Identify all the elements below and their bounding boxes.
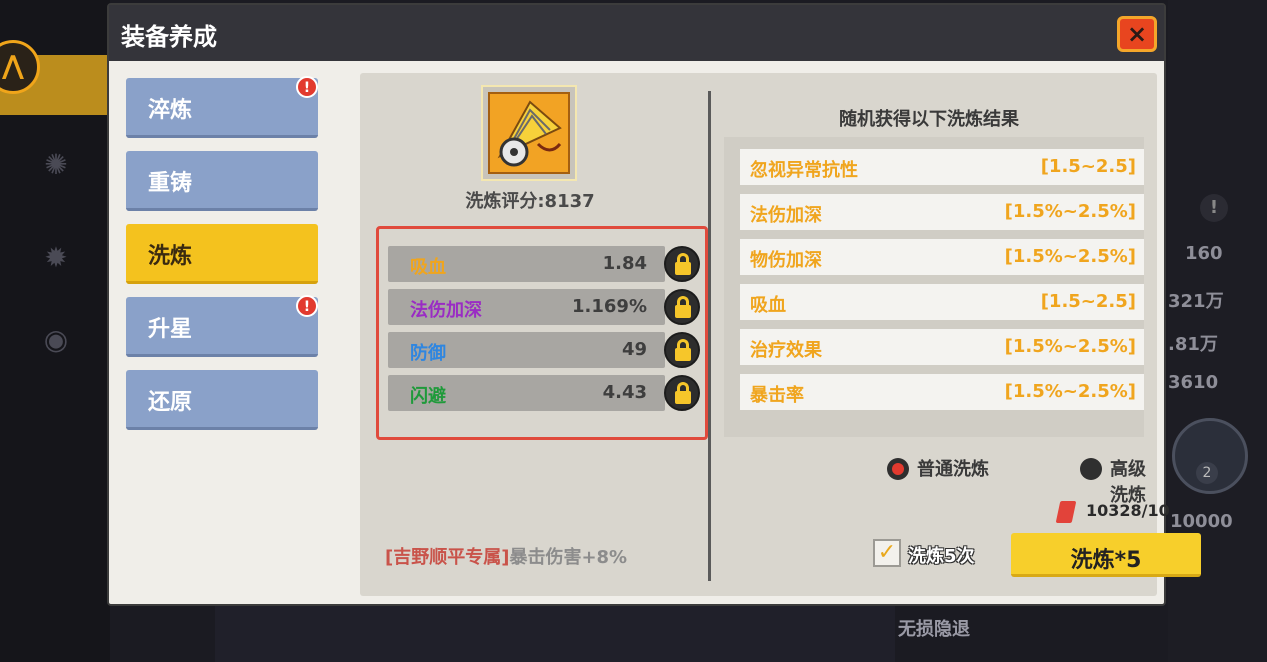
material-cost: 10328/10 — [1086, 501, 1170, 520]
normal-refine-label[interactable]: 普通洗炼 — [917, 455, 989, 481]
alert-icon: ! — [296, 295, 318, 317]
attribute-value: 49 — [621, 339, 647, 360]
lock-icon[interactable] — [664, 332, 700, 368]
attribute-name: 闪避 — [410, 386, 446, 407]
panel-divider — [708, 91, 711, 581]
attribute-name: 吸血 — [410, 257, 446, 278]
lock-icon[interactable] — [664, 375, 700, 411]
lock-icon[interactable] — [664, 246, 700, 282]
background-bottom-panel — [215, 606, 895, 662]
tab-temper[interactable]: 淬炼 ! — [126, 76, 318, 138]
exclusive-tag: [吉野顺平专属] — [385, 547, 510, 568]
attribute-name: 法伤加深 — [410, 300, 482, 321]
refine-score: 洗炼评分:8137 — [465, 191, 595, 212]
background-stat-value: .81万 — [1168, 334, 1218, 355]
tab-recast[interactable]: 重铸 — [126, 151, 318, 211]
result-range: [1.5~2.5] — [1040, 156, 1136, 177]
tab-star-up[interactable]: 升星 ! — [126, 295, 318, 357]
results-list: 忽视异常抗性 [1.5~2.5] 法伤加深 [1.5%~2.5%] 物伤加深 [… — [724, 137, 1144, 437]
results-title: 随机获得以下洗炼结果 — [839, 109, 1019, 130]
background-stat-value: 160 — [1185, 243, 1223, 264]
background-stat-value: 10000 — [1170, 511, 1233, 532]
background-nav-icon: ✺ — [44, 148, 68, 181]
advanced-refine-label[interactable]: 高级洗炼 — [1110, 455, 1157, 507]
result-range: [1.5%~2.5%] — [1004, 201, 1136, 222]
current-attributes: 吸血 1.84 法伤加深 1.169% 防御 49 闪避 4.43 — [376, 226, 708, 440]
attribute-value: 1.84 — [602, 253, 647, 274]
lock-icon[interactable] — [664, 289, 700, 325]
alert-icon: ! — [296, 76, 318, 98]
tab-label: 洗炼 — [148, 244, 193, 269]
background-nav-icon: ✹ — [44, 241, 68, 274]
background-retire-label: 无损隐退 — [898, 619, 970, 640]
result-row: 吸血 [1.5~2.5] — [740, 284, 1144, 320]
item-slot[interactable] — [481, 85, 577, 181]
result-name: 忽视异常抗性 — [750, 160, 858, 181]
result-range: [1.5%~2.5%] — [1004, 381, 1136, 402]
tab-restore[interactable]: 还原 — [126, 370, 318, 430]
refine-five-label[interactable]: 洗炼5次 — [908, 542, 975, 568]
tab-label: 重铸 — [148, 171, 193, 196]
tab-label: 升星 — [148, 317, 193, 342]
result-row: 物伤加深 [1.5%~2.5%] — [740, 239, 1144, 275]
exclusive-bonus: [吉野顺平专属]暴击伤害+8% — [385, 543, 627, 569]
attribute-name: 防御 — [410, 343, 446, 364]
background-nav-icon: ◉ — [43, 323, 69, 356]
dialog-title: 装备养成 — [121, 23, 217, 51]
result-name: 吸血 — [750, 295, 786, 316]
attribute-row: 法伤加深 1.169% — [388, 289, 665, 325]
result-row: 忽视异常抗性 [1.5~2.5] — [740, 149, 1144, 185]
close-button[interactable]: × — [1117, 16, 1157, 52]
refine-button-label: 洗炼*5 — [1070, 548, 1142, 573]
advanced-refine-radio[interactable] — [1080, 458, 1102, 480]
equipment-training-dialog: 装备养成 × 淬炼 ! 重铸 洗炼 升星 ! 还原 洗炼评分:8137 吸血 1… — [107, 3, 1201, 606]
normal-refine-radio[interactable] — [887, 458, 909, 480]
result-name: 法伤加深 — [750, 205, 822, 226]
refine-button[interactable]: 洗炼*5 — [1011, 533, 1201, 577]
result-name: 暴击率 — [750, 385, 804, 406]
gilded-fan-icon — [488, 92, 570, 174]
attribute-row: 防御 49 — [388, 332, 665, 368]
refine-five-checkbox[interactable]: ✓ — [873, 539, 901, 567]
result-row: 法伤加深 [1.5%~2.5%] — [740, 194, 1144, 230]
attribute-value: 1.169% — [572, 296, 647, 317]
result-name: 物伤加深 — [750, 250, 822, 271]
red-crystal-icon — [1055, 501, 1077, 523]
result-row: 暴击率 [1.5%~2.5%] — [740, 374, 1144, 410]
background-stat-value: 3610 — [1168, 372, 1219, 393]
dialog-header: 装备养成 × — [109, 5, 1164, 61]
result-range: [1.5~2.5] — [1040, 291, 1136, 312]
result-row: 治疗效果 [1.5%~2.5%] — [740, 329, 1144, 365]
background-stat-value: 321万 — [1168, 291, 1224, 312]
exclusive-effect: 暴击伤害+8% — [509, 547, 628, 568]
attribute-row: 闪避 4.43 — [388, 375, 665, 411]
tab-refine[interactable]: 洗炼 — [126, 224, 318, 284]
background-wheel-number: 2 — [1196, 462, 1218, 484]
attribute-row: 吸血 1.84 — [388, 246, 665, 282]
result-range: [1.5%~2.5%] — [1004, 336, 1136, 357]
refine-panel: 洗炼评分:8137 吸血 1.84 法伤加深 1.169% 防御 49 闪避 4… — [360, 73, 1201, 596]
attribute-value: 4.43 — [602, 382, 647, 403]
background-info-icon: ! — [1200, 194, 1228, 222]
result-name: 治疗效果 — [750, 340, 822, 361]
tab-label: 还原 — [148, 390, 193, 415]
tab-label: 淬炼 — [148, 98, 193, 123]
result-range: [1.5%~2.5%] — [1004, 246, 1136, 267]
